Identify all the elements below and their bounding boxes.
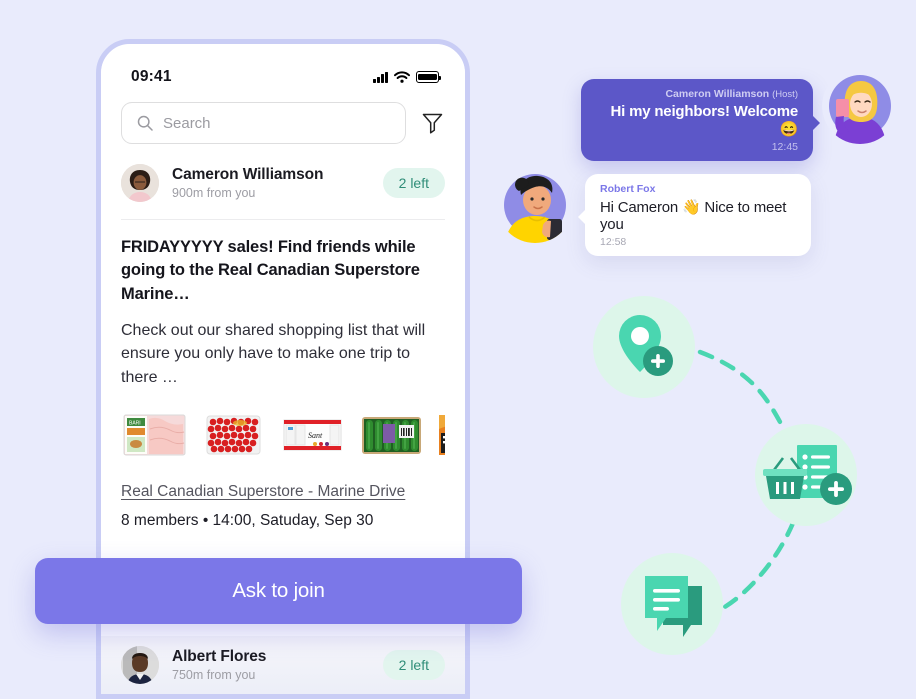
dashed-curve [697,349,793,443]
node-circle-location [593,296,695,398]
thumbnail-juice[interactable] [437,408,445,461]
ask-to-join-button[interactable]: Ask to join [35,558,522,624]
filter-button[interactable] [419,110,445,136]
chat-bubbles-icon [645,576,702,637]
chat-message-sent: Cameron Williamson (Host) Hi my neighbor… [581,79,820,161]
chat-bubble[interactable]: Cameron Williamson (Host) Hi my neighbor… [581,79,820,161]
signal-icon [373,71,388,83]
svg-text:Sant: Sant [308,431,323,440]
status-badge: 2 left [382,650,445,680]
author-name: Cameron Williamson [172,166,324,183]
chat-sender-name: Cameron Williamson [665,88,770,100]
avatar-blonde-woman-phone [822,68,898,144]
chat-sender: Robert Fox [600,183,656,195]
post-author-row[interactable]: Cameron Williamson 900m from you 2 left [101,144,465,219]
avatar-albert [121,646,159,684]
avatar [121,646,159,684]
post-content: FRIDAYYYYY sales! Find friends while goi… [101,220,465,530]
chat-sender-role: (Host) [772,89,798,100]
status-bar: 09:41 [101,44,465,96]
search-input[interactable]: Search [121,102,406,144]
store-link[interactable]: Real Canadian Superstore - Marine Drive [121,483,405,501]
search-placeholder: Search [163,114,211,132]
avatar [497,167,573,243]
thumbnail-tomatoes[interactable] [200,408,267,461]
author-distance: 900m from you [172,186,256,200]
node-circle-chat [621,553,723,655]
avatar-cameron [121,164,159,202]
status-icons [373,71,442,83]
battery-icon [416,71,442,83]
chat-sender: Cameron Williamson (Host) [596,88,798,100]
post-body: Check out our shared shopping list that … [121,322,426,386]
basket-list-add-icon [763,445,852,505]
chat-bubble[interactable]: Robert Fox Hi Cameron 👋 Nice to meet you… [578,174,811,256]
chat-time: 12:45 [771,141,798,153]
chat-text: Hi Cameron 👋 Nice to meet you [600,199,787,233]
listing-distance: 750m from you [172,668,256,682]
status-time: 09:41 [131,68,172,85]
search-row: Search [101,96,465,144]
map-pin-add-icon [619,315,673,376]
post-meta: 8 members • 14:00, Satuday, Sep 30 [121,511,374,529]
next-listing-row[interactable]: Albert Flores 750m from you 2 left [101,636,465,694]
chat-time: 12:58 [600,236,627,248]
thumbnail-cucumbers[interactable] [358,408,425,461]
product-thumbnails: BARI Sant [121,408,445,461]
svg-text:BARI: BARI [129,420,141,426]
thumbnail-chicken[interactable]: BARI [121,408,188,461]
dashed-curve [720,520,796,611]
filter-icon [422,113,442,134]
avatar-man-yellow-sweater [497,167,573,243]
listing-name: Albert Flores [172,648,267,665]
node-circle-list [755,424,857,526]
wifi-icon [394,71,410,83]
author-info: Cameron Williamson 900m from you [172,166,370,200]
avatar [822,68,898,144]
post-title: FRIDAYYYYY sales! Find friends while goi… [121,238,420,303]
chat-text: Hi my neighbors! Welcome 😄 [610,103,799,138]
avatar [121,164,159,202]
thumbnail-yogurt[interactable]: Sant [279,408,346,461]
status-badge: 2 left [382,168,445,198]
search-icon [137,115,153,131]
listing-info: Albert Flores 750m from you [172,648,370,682]
